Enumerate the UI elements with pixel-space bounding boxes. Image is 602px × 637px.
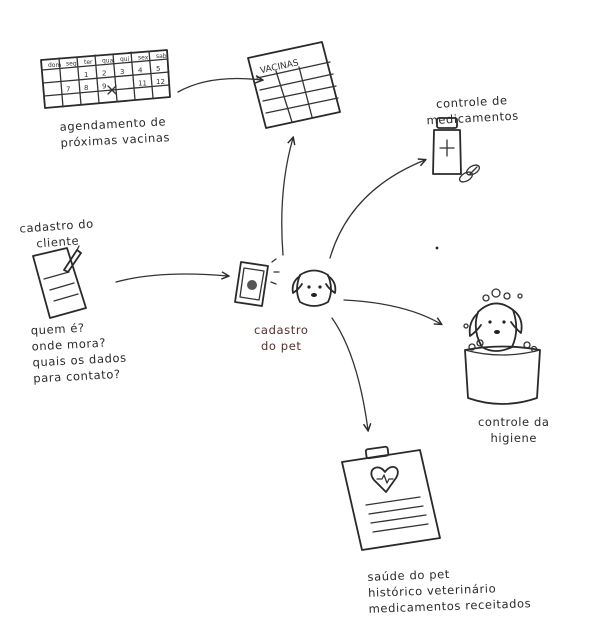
calendar-weekday: seg (66, 61, 77, 68)
arrow-pet-to-hygiene (343, 299, 441, 324)
clipboard-icon (341, 445, 441, 551)
arrow-pet-to-health (331, 317, 368, 430)
calendar-day: 1 (84, 71, 88, 79)
calendar-day: 5 (156, 65, 160, 73)
calendar-weekday: dom (48, 62, 61, 69)
calendar-day: 3 (120, 68, 124, 76)
calendar-day: 12 (156, 78, 165, 86)
pet-photo-icon (234, 258, 280, 307)
calendar-weekday: qui (120, 56, 130, 63)
calendar-weekday: qua (102, 58, 114, 65)
calendar-icon: dom seg ter qua qui sex sab1 2 3 4 57 8 9 11 12 (40, 49, 171, 109)
client-form-icon (32, 245, 87, 319)
vaccine-card-icon: VACINAS (247, 41, 341, 129)
ink-dot (435, 246, 439, 250)
calendar-day: 4 (138, 67, 143, 75)
arrow-calendar-to-vaccines (177, 79, 262, 93)
arrow-pet-to-vaccines (281, 138, 293, 256)
label-medicamentos: controle de medicamentos (425, 92, 519, 129)
label-saude: saúde do pet histórico veterinário medic… (367, 563, 531, 617)
label-higiene-line2: higiene (490, 431, 538, 445)
calendar-weekday: sex (138, 55, 149, 62)
calendar-weekday: sab (156, 53, 167, 60)
label-higiene: controle da higiene (478, 414, 550, 446)
label-higiene-line1: controle da (478, 415, 550, 429)
label-cliente-title: cadastro do cliente (19, 215, 95, 252)
label-cliente-questions: quem é? onde mora? quais os dados para c… (30, 318, 127, 387)
calendar-day: 7 (66, 86, 70, 94)
label-pet-line2: do pet (261, 339, 302, 353)
calendar-day: 9 (102, 83, 106, 91)
label-agendamento: agendamento de próximas vacinas (59, 113, 170, 151)
label-pet: cadastro do pet (254, 322, 309, 354)
calendar-day: 2 (102, 70, 106, 78)
calendar-weekday: ter (84, 59, 93, 66)
label-pet-line1: cadastro (254, 323, 309, 337)
arrow-client-to-pet (115, 274, 228, 283)
medicine-icon (432, 117, 481, 183)
dog-head-icon (291, 269, 337, 307)
calendar-day: 11 (138, 80, 147, 88)
calendar-day: 8 (84, 84, 88, 92)
arrow-pet-to-medicine (329, 160, 425, 259)
bath-bucket-icon (463, 288, 541, 405)
